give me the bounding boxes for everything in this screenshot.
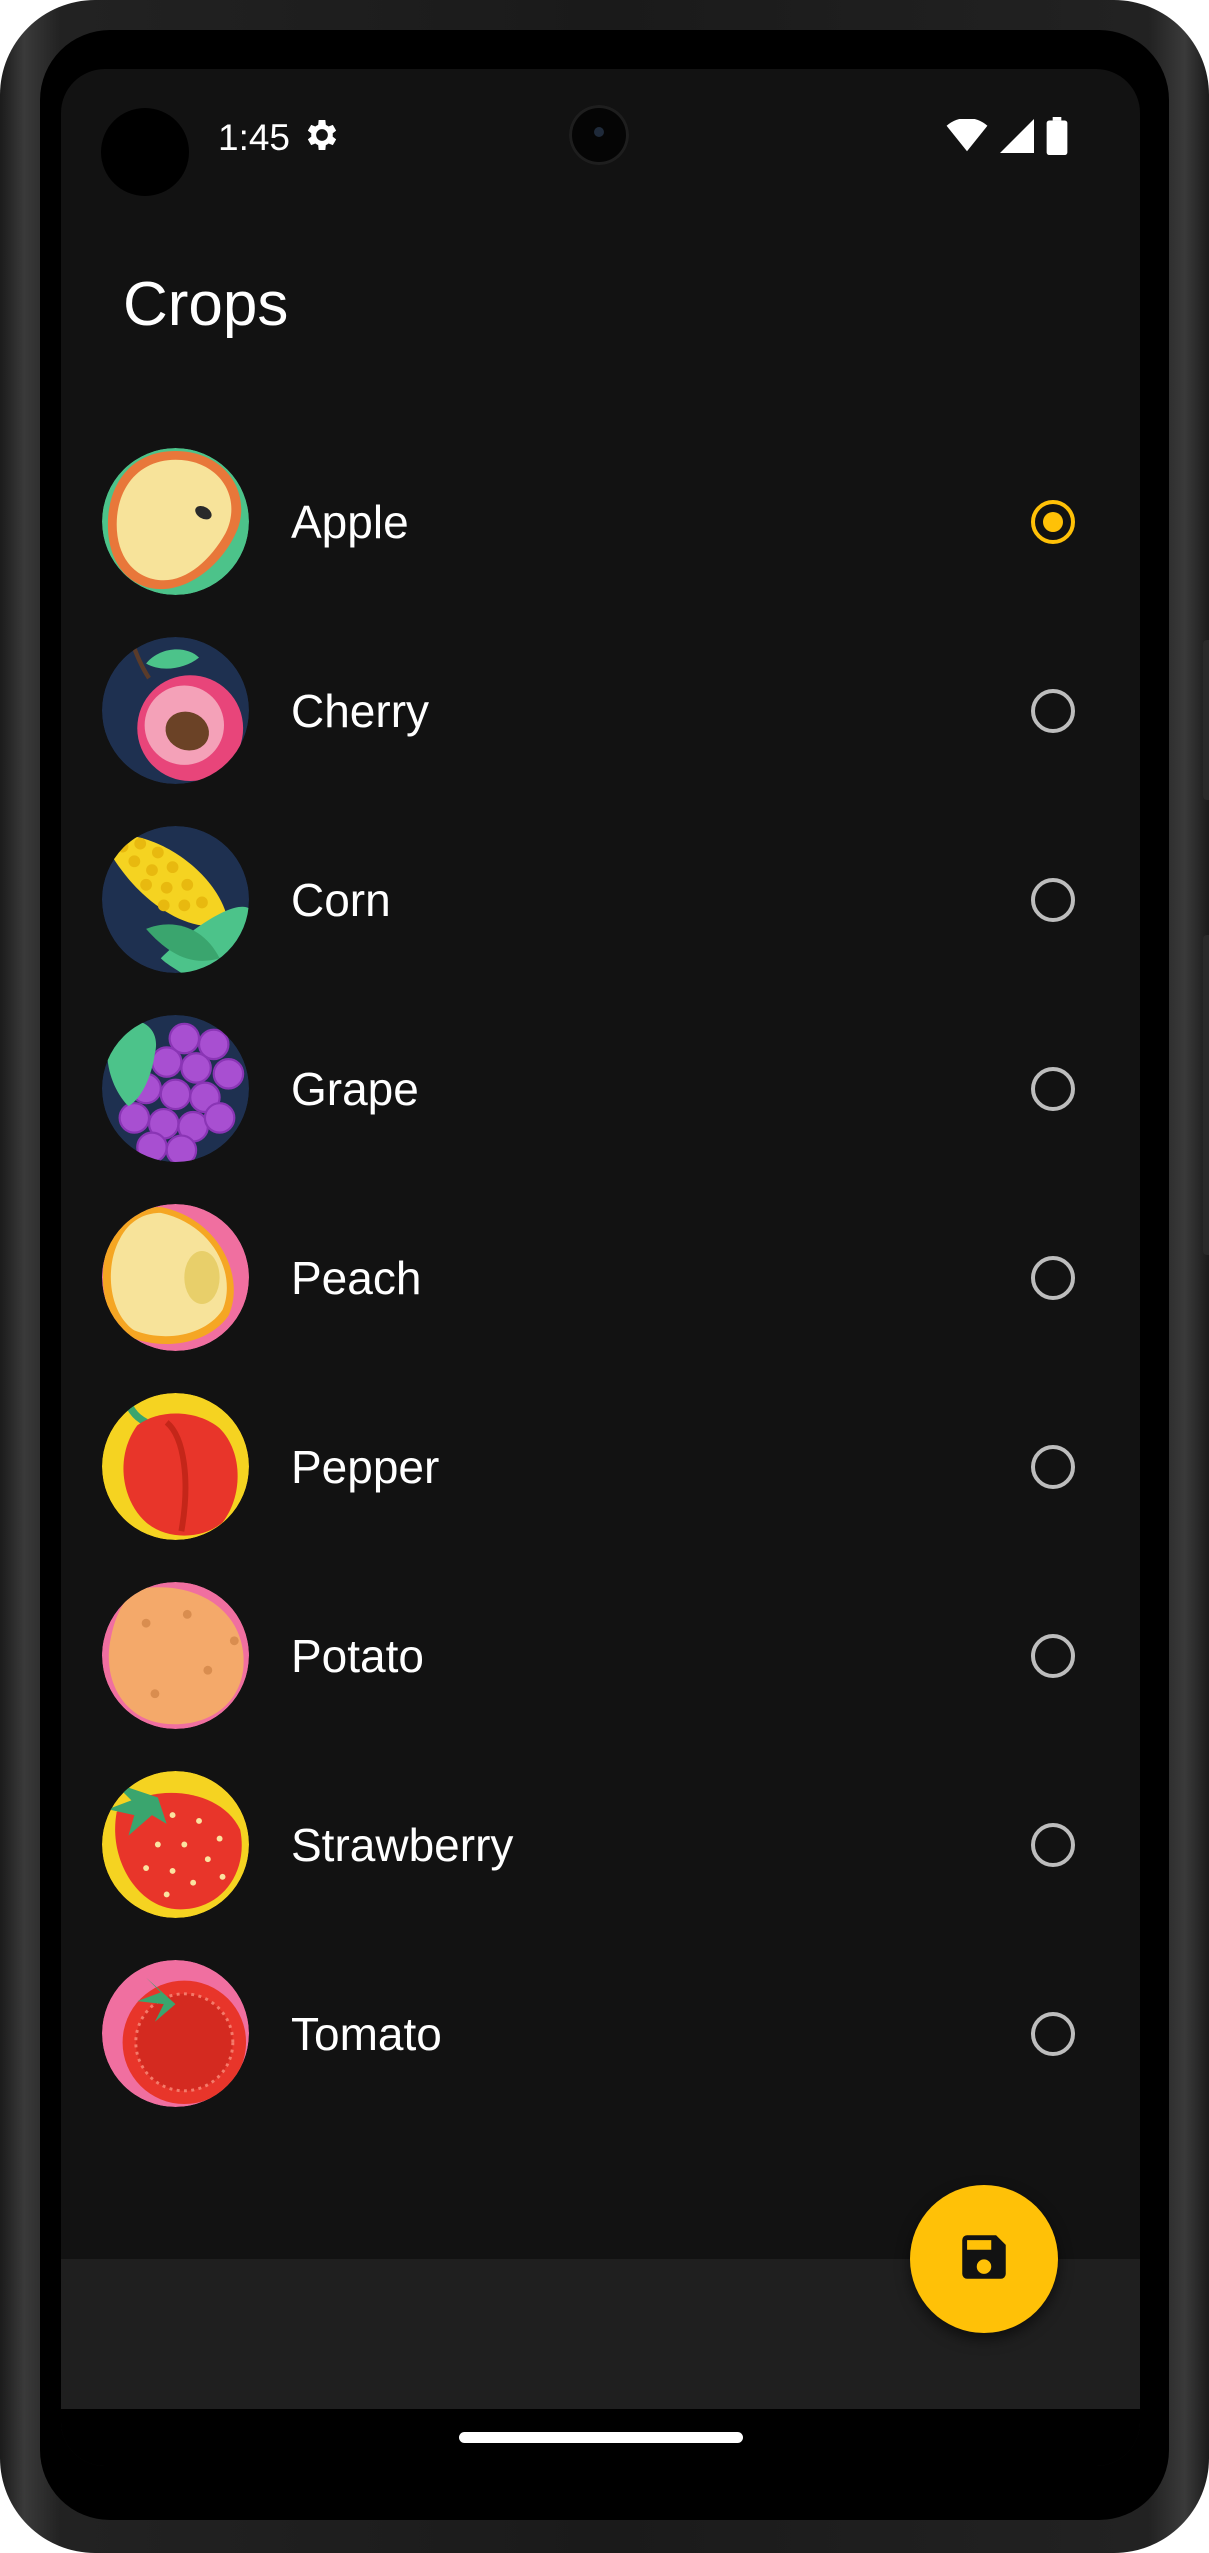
peach-icon [102,1204,249,1351]
crop-label: Grape [291,1062,419,1115]
crop-label: Corn [291,873,391,926]
radio-cherry[interactable] [1031,688,1075,733]
crop-row-pepper[interactable]: Pepper [61,1372,1140,1561]
crop-label: Potato [291,1629,424,1682]
crop-row-corn[interactable]: Corn [61,805,1140,994]
grape-icon [102,1015,249,1162]
power-button [1203,640,1209,800]
crop-label: Apple [291,495,409,548]
radio-potato[interactable] [1031,1633,1075,1678]
front-camera [569,105,629,165]
pepper-icon [102,1393,249,1540]
crop-row-peach[interactable]: Peach [61,1183,1140,1372]
save-icon [955,2228,1013,2291]
potato-icon [102,1582,249,1729]
wifi-icon [946,118,988,158]
screen: 1:45 Crops Apple Cherry Corn Grape Peach… [61,69,1140,2466]
volume-button [1203,935,1209,1255]
settings-gear-icon [302,115,342,160]
gesture-handle[interactable] [459,2432,743,2443]
battery-icon [1046,117,1068,160]
crop-row-potato[interactable]: Potato [61,1561,1140,1750]
save-fab-button[interactable] [910,2185,1058,2333]
strawberry-icon [102,1771,249,1918]
apple-icon [102,448,249,595]
corn-icon [102,826,249,973]
tomato-icon [102,1960,249,2107]
crop-list: Apple Cherry Corn Grape Peach Pepper Pot… [61,427,1140,2128]
page-title: Crops [123,270,289,339]
cherry-icon [102,637,249,784]
crop-row-cherry[interactable]: Cherry [61,616,1140,805]
status-dot [101,108,189,196]
crop-label: Cherry [291,684,430,737]
radio-tomato[interactable] [1031,2011,1075,2056]
system-icons [946,117,1068,160]
status-bar: 1:45 [61,69,1140,209]
cell-signal-icon [1000,119,1034,158]
radio-strawberry[interactable] [1031,1822,1075,1867]
radio-corn[interactable] [1031,877,1075,922]
crop-label: Peach [291,1251,422,1304]
crop-row-tomato[interactable]: Tomato [61,1939,1140,2128]
radio-grape[interactable] [1031,1066,1075,1111]
status-time: 1:45 [218,117,291,158]
crop-label: Pepper [291,1440,440,1493]
crop-row-strawberry[interactable]: Strawberry [61,1750,1140,1939]
radio-pepper[interactable] [1031,1444,1075,1489]
phone-frame: 1:45 Crops Apple Cherry Corn Grape Peach… [0,0,1209,2553]
crop-row-apple[interactable]: Apple [61,427,1140,616]
radio-apple[interactable] [1031,499,1075,544]
crop-row-grape[interactable]: Grape [61,994,1140,1183]
radio-peach[interactable] [1031,1255,1075,1300]
crop-label: Tomato [291,2007,442,2060]
crop-label: Strawberry [291,1818,514,1871]
